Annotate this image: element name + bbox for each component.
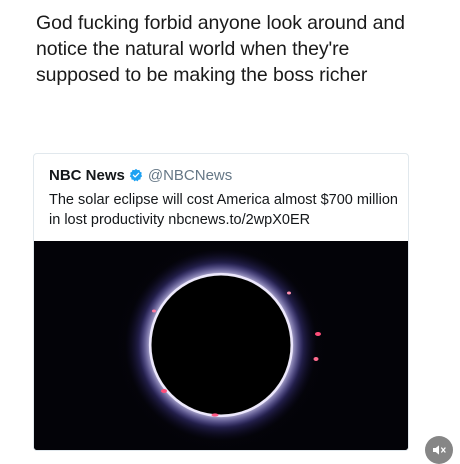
embedded-tweet-card[interactable]: NBC News @NBCNews The solar eclipse will… <box>33 153 409 451</box>
speaker-muted-icon <box>433 445 446 455</box>
tweet-media-eclipse[interactable] <box>34 227 408 450</box>
eclipse-image <box>34 227 408 450</box>
tweet-text: The solar eclipse will cost America almo… <box>49 192 398 228</box>
meme-caption: God fucking forbid anyone look around an… <box>36 12 405 86</box>
verified-badge-icon <box>129 168 143 182</box>
tweet-header: NBC News @NBCNews <box>49 166 232 184</box>
author-name[interactable]: NBC News <box>49 167 125 184</box>
author-handle[interactable]: @NBCNews <box>148 167 232 184</box>
